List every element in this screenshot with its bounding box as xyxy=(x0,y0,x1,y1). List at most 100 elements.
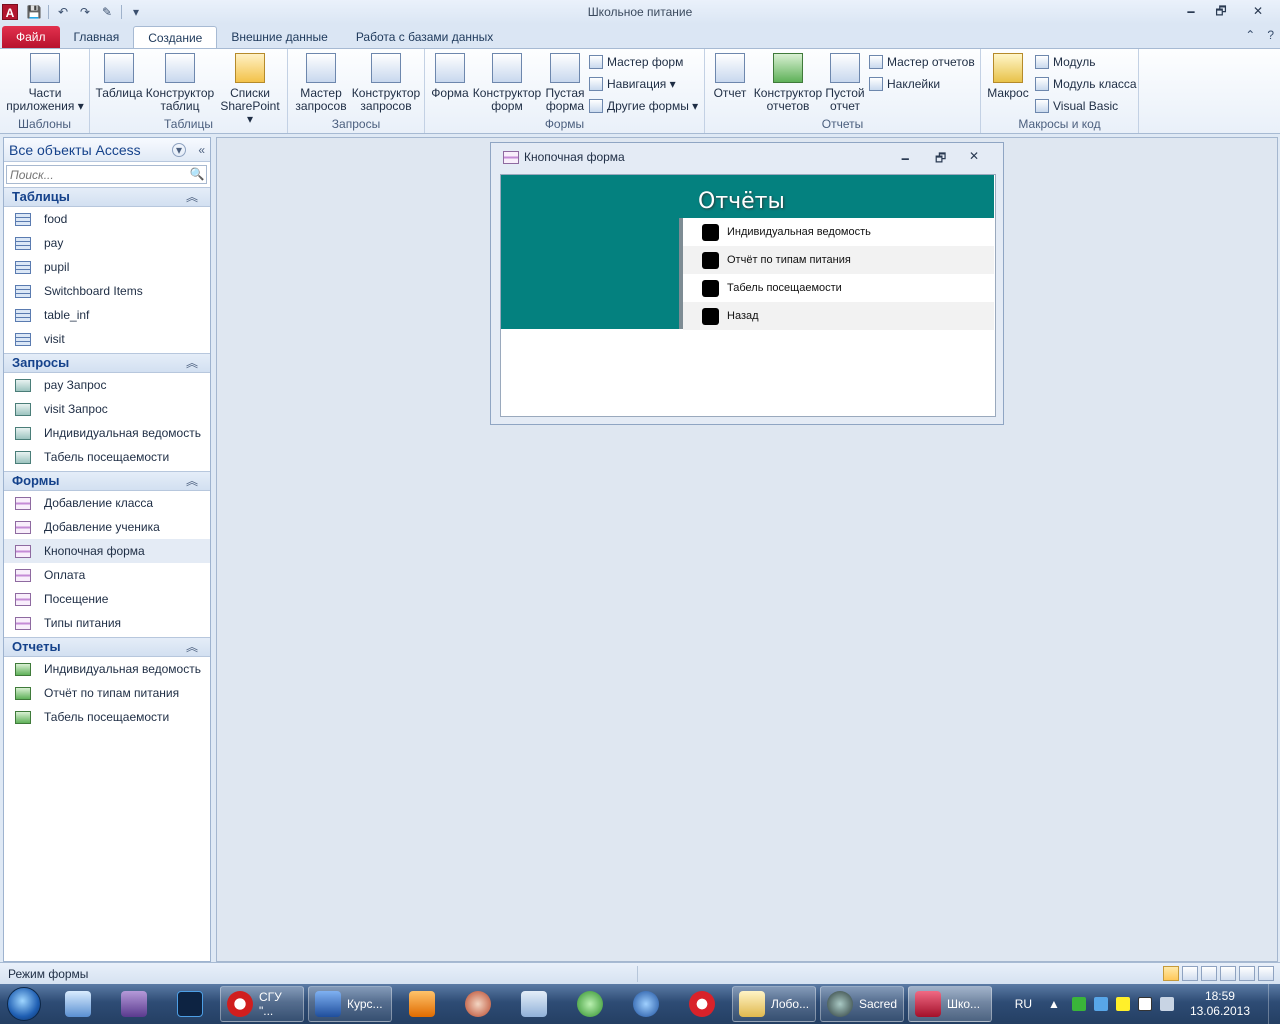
chevron-up-icon[interactable]: ︽ xyxy=(186,638,198,656)
volume-icon[interactable] xyxy=(1159,997,1174,1011)
taskbar-window-sacred[interactable]: Sacred xyxy=(820,986,904,1022)
datasheet-view-icon[interactable] xyxy=(1182,966,1198,981)
taskbar-window-access[interactable]: Шко... xyxy=(908,986,992,1022)
nav-item-query[interactable]: pay Запрос xyxy=(4,373,210,397)
chevron-up-icon[interactable]: ︽ xyxy=(186,472,198,490)
navigation-button[interactable]: Навигация ▾ xyxy=(589,75,676,93)
section-header-queries[interactable]: Запросы ︽ xyxy=(4,353,210,373)
access-app-icon[interactable]: A xyxy=(2,4,18,20)
nav-item-table[interactable]: pay xyxy=(4,231,210,255)
report-button[interactable]: Отчет xyxy=(709,53,751,100)
form-close-button[interactable]: ✕ xyxy=(969,149,979,163)
pivot-table-view-icon[interactable] xyxy=(1201,966,1217,981)
tray-notification-icon[interactable] xyxy=(1115,997,1130,1011)
taskbar-pinned-app[interactable] xyxy=(108,986,160,1022)
taskbar-window-explorer[interactable]: Лобо... xyxy=(732,986,816,1022)
taskbar-pinned-app[interactable] xyxy=(52,986,104,1022)
nav-item-form[interactable]: Типы питания xyxy=(4,611,210,635)
minimize-button[interactable]: 🗕 xyxy=(1176,0,1206,22)
class-module-button[interactable]: Модуль класса xyxy=(1035,75,1137,93)
nav-header[interactable]: Все объекты Access ▾ « xyxy=(4,138,210,162)
taskbar-window-word[interactable]: Курс... xyxy=(308,986,392,1022)
design-view-icon[interactable] xyxy=(1258,966,1274,981)
restore-button[interactable]: 🗗 xyxy=(1206,0,1236,22)
visual-basic-button[interactable]: Visual Basic xyxy=(1035,97,1118,115)
taskbar-pinned-app[interactable] xyxy=(620,986,672,1022)
nav-collapse-icon[interactable]: « xyxy=(198,143,205,157)
section-header-tables[interactable]: Таблицы ︽ xyxy=(4,187,210,207)
nav-search-input[interactable] xyxy=(7,166,188,183)
taskbar-pinned-app[interactable] xyxy=(564,986,616,1022)
query-wizard-button[interactable]: Мастер запросов xyxy=(292,53,350,113)
customize-icon[interactable]: ✎ xyxy=(99,4,115,20)
taskbar-pinned-app[interactable] xyxy=(164,986,216,1022)
nav-item-form[interactable]: Добавление ученика xyxy=(4,515,210,539)
tray-expand-icon[interactable]: ▲ xyxy=(1048,997,1060,1011)
nav-item-query[interactable]: Табель посещаемости xyxy=(4,445,210,469)
table-designer-button[interactable]: Конструктор таблиц xyxy=(144,53,216,113)
nav-item-query[interactable]: visit Запрос xyxy=(4,397,210,421)
switchboard-button[interactable] xyxy=(702,279,719,297)
module-button[interactable]: Модуль xyxy=(1035,53,1096,71)
taskbar-window-opera[interactable]: СГУ "... xyxy=(220,986,304,1022)
tab-external-data[interactable]: Внешние данные xyxy=(217,26,342,48)
qat-dropdown-icon[interactable]: ▾ xyxy=(128,4,144,20)
taskbar-pinned-app[interactable] xyxy=(508,986,560,1022)
redo-icon[interactable]: ↷ xyxy=(77,4,93,20)
blank-form-button[interactable]: Пустая форма xyxy=(543,53,587,113)
tab-home[interactable]: Главная xyxy=(60,26,134,48)
form-view-icon[interactable] xyxy=(1163,966,1179,981)
tab-file[interactable]: Файл xyxy=(2,26,60,48)
nav-item-table[interactable]: food xyxy=(4,207,210,231)
labels-button[interactable]: Наклейки xyxy=(869,75,940,93)
macro-button[interactable]: Макрос xyxy=(985,53,1031,100)
form-restore-button[interactable]: 🗗 xyxy=(935,149,946,170)
nav-item-table[interactable]: visit xyxy=(4,327,210,351)
show-desktop-button[interactable] xyxy=(1268,984,1280,1024)
nav-item-form[interactable]: Посещение xyxy=(4,587,210,611)
blank-report-button[interactable]: Пустой отчет xyxy=(825,53,865,113)
switchboard-button[interactable] xyxy=(702,251,719,269)
pivot-chart-view-icon[interactable] xyxy=(1220,966,1236,981)
app-parts-button[interactable]: Части приложения ▾ xyxy=(4,53,86,113)
nav-item-report[interactable]: Индивидуальная ведомость xyxy=(4,657,210,681)
nav-item-form[interactable]: Добавление класса xyxy=(4,491,210,515)
nav-menu-dropdown-icon[interactable]: ▾ xyxy=(172,143,186,157)
form-designer-button[interactable]: Конструктор форм xyxy=(471,53,543,113)
report-designer-button[interactable]: Конструктор отчетов xyxy=(751,53,825,113)
taskbar-pinned-app[interactable] xyxy=(676,986,728,1022)
query-designer-button[interactable]: Конструктор запросов xyxy=(350,53,422,113)
tray-network-icon[interactable] xyxy=(1093,997,1108,1011)
report-wizard-button[interactable]: Мастер отчетов xyxy=(869,53,975,71)
close-button[interactable]: ✕ xyxy=(1236,0,1280,22)
form-minimize-button[interactable]: 🗕 xyxy=(901,149,910,170)
taskbar-pinned-app[interactable] xyxy=(452,986,504,1022)
sharepoint-lists-button[interactable]: Списки SharePoint ▾ xyxy=(216,53,284,126)
nav-item-table[interactable]: table_inf xyxy=(4,303,210,327)
switchboard-button[interactable] xyxy=(702,307,719,325)
switchboard-button[interactable] xyxy=(702,223,719,241)
section-header-forms[interactable]: Формы ︽ xyxy=(4,471,210,491)
chevron-up-icon[interactable]: ︽ xyxy=(186,354,198,372)
help-icon[interactable]: ? xyxy=(1267,28,1274,42)
table-button[interactable]: Таблица xyxy=(94,53,144,100)
save-icon[interactable]: 💾 xyxy=(26,4,42,20)
layout-view-icon[interactable] xyxy=(1239,966,1255,981)
more-forms-button[interactable]: Другие формы ▾ xyxy=(589,97,698,115)
tab-database-tools[interactable]: Работа с базами данных xyxy=(342,26,507,48)
section-header-reports[interactable]: Отчеты ︽ xyxy=(4,637,210,657)
nav-item-query[interactable]: Индивидуальная ведомость xyxy=(4,421,210,445)
nav-item-report[interactable]: Отчёт по типам питания xyxy=(4,681,210,705)
form-wizard-button[interactable]: Мастер форм xyxy=(589,53,683,71)
form-button[interactable]: Форма xyxy=(429,53,471,100)
nav-item-report[interactable]: Табель посещаемости xyxy=(4,705,210,729)
chevron-up-icon[interactable]: ︽ xyxy=(186,188,198,206)
language-indicator[interactable]: RU xyxy=(1015,997,1032,1011)
nav-item-table[interactable]: Switchboard Items xyxy=(4,279,210,303)
form-window-titlebar[interactable]: Кнопочная форма 🗕 🗗 ✕ xyxy=(491,143,1003,171)
taskbar-pinned-app[interactable] xyxy=(396,986,448,1022)
undo-icon[interactable]: ↶ xyxy=(55,4,71,20)
nav-item-form[interactable]: Оплата xyxy=(4,563,210,587)
nav-item-table[interactable]: pupil xyxy=(4,255,210,279)
ribbon-minimize-icon[interactable]: ⌃ xyxy=(1245,28,1255,42)
